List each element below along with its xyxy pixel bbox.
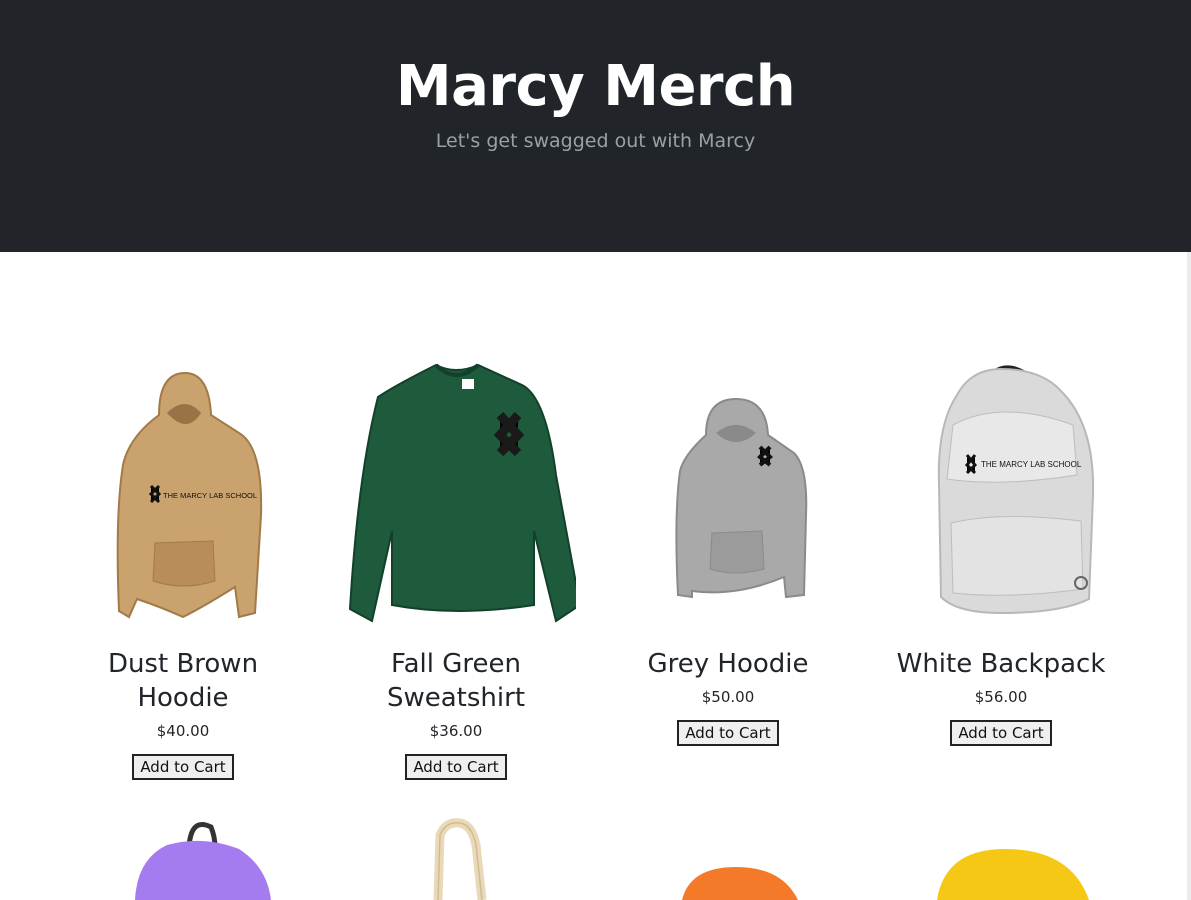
beanie-icon xyxy=(937,849,1089,900)
product-price: $50.00 xyxy=(701,688,755,706)
product-price: $40.00 xyxy=(156,722,210,740)
tote-bag-icon xyxy=(433,818,487,900)
product-image xyxy=(881,815,1121,900)
product-card: Grey Hoodie $50.00 Add to Cart xyxy=(608,355,848,746)
page-subtitle: Let's get swagged out with Marcy xyxy=(435,130,756,152)
product-name: Grey Hoodie xyxy=(647,649,809,679)
scrollbar[interactable] xyxy=(1187,252,1191,900)
product-name: White Backpack xyxy=(896,649,1106,679)
product-price: $56.00 xyxy=(974,688,1028,706)
hoodie-icon: THE MARCY LAB SCHOOL xyxy=(116,371,263,619)
backpack-icon: THE MARCY LAB SCHOOL xyxy=(937,365,1095,615)
product-card: THE MARCY LAB SCHOOL Dust Brown Hoodie $… xyxy=(63,355,303,780)
product-price: $36.00 xyxy=(429,722,483,740)
product-image xyxy=(608,355,848,635)
product-image: THE MARCY LAB SCHOOL xyxy=(881,355,1121,635)
product-image xyxy=(608,815,848,900)
hoodie-icon xyxy=(675,397,808,599)
product-image: THE MARCY LAB SCHOOL xyxy=(63,355,303,635)
add-to-cart-button[interactable]: Add to Cart xyxy=(132,754,234,780)
product-name: Dust Brown Hoodie xyxy=(107,649,259,713)
sweatshirt-icon xyxy=(348,363,582,623)
add-to-cart-button[interactable]: Add to Cart xyxy=(405,754,507,780)
hero-banner: Marcy Merch Let's get swagged out with M… xyxy=(0,0,1191,252)
backpack-icon xyxy=(135,822,271,900)
product-image xyxy=(63,815,303,900)
product-image xyxy=(336,355,582,635)
svg-text:THE MARCY LAB SCHOOL: THE MARCY LAB SCHOOL xyxy=(981,460,1082,469)
product-card: THE MARCY LAB SCHOOL White Backpack $56.… xyxy=(881,355,1121,746)
product-card: Fall Green Sweatshirt $36.00 Add to Cart xyxy=(336,355,582,780)
product-image xyxy=(336,815,576,900)
add-to-cart-button[interactable]: Add to Cart xyxy=(677,720,779,746)
svg-text:THE MARCY LAB SCHOOL: THE MARCY LAB SCHOOL xyxy=(163,491,257,500)
beanie-icon xyxy=(682,867,798,900)
page-title: Marcy Merch xyxy=(395,54,796,119)
product-name: Fall Green Sweatshirt xyxy=(386,649,526,713)
add-to-cart-button[interactable]: Add to Cart xyxy=(950,720,1052,746)
